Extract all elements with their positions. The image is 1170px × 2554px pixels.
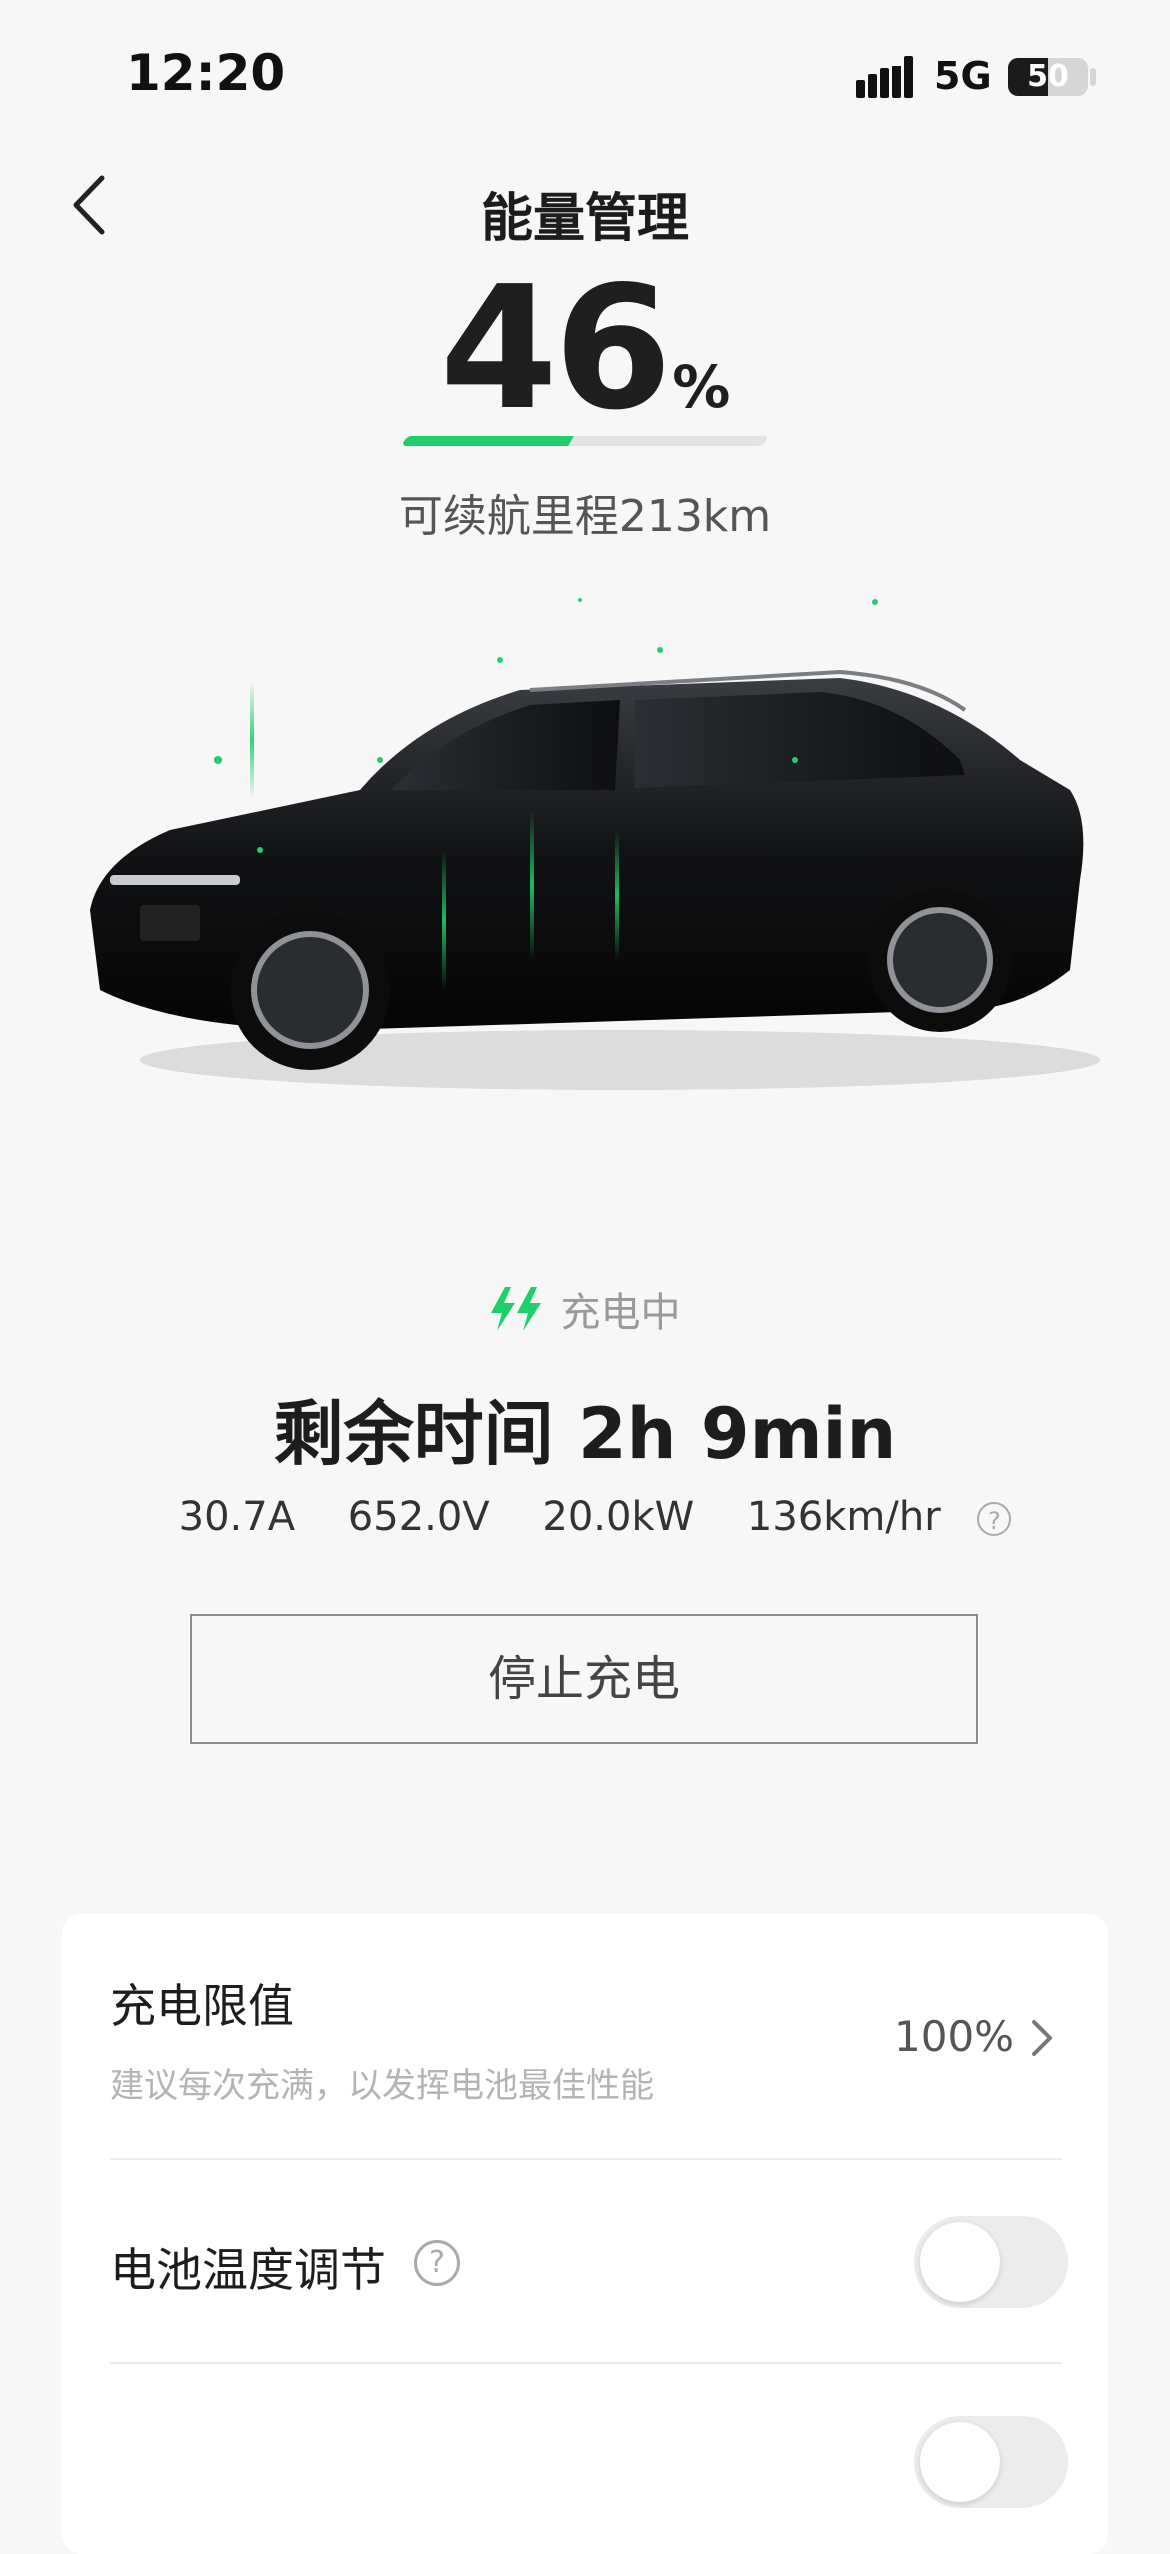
next-setting-toggle[interactable] (914, 2416, 1068, 2508)
question-circle-icon[interactable]: ? (977, 1502, 1012, 1536)
network-type: 5G (934, 54, 992, 98)
toggle-knob (920, 2422, 1000, 2502)
charge-rate-value: 136km/hr (746, 1494, 941, 1540)
page-title: 能量管理 (480, 189, 689, 249)
soc-progress-fill (401, 436, 574, 446)
toggle-knob (920, 2222, 1000, 2302)
divider (110, 2158, 1062, 2160)
cellular-signal-icon (856, 56, 913, 98)
car-image (90, 598, 1100, 1090)
charge-limit-value[interactable]: 100% (894, 2012, 1014, 2061)
charging-status-text: 充电中 (560, 1290, 681, 1336)
voltage-value: 652.0V (347, 1494, 490, 1540)
soc-unit: % (672, 353, 731, 421)
charge-limit-subtitle: 建议每次充满，以发挥电池最佳性能 (110, 2066, 654, 2106)
soc-value: 46 (439, 250, 673, 448)
battery-temp-title: 电池温度调节 (110, 2243, 386, 2297)
soc-display: 46% (0, 250, 1170, 448)
battery-level: 50 (1027, 59, 1069, 94)
question-circle-icon[interactable]: ? (414, 2240, 460, 2286)
battery-cap (1090, 68, 1096, 86)
divider (110, 2362, 1062, 2364)
range-text: 可续航里程213km (398, 491, 772, 542)
remaining-time: 剩余时间 2h 9min (273, 1393, 897, 1475)
current-value: 30.7A (178, 1494, 296, 1540)
stop-charging-button[interactable]: 停止充电 (190, 1614, 978, 1744)
double-bolt-icon (491, 1287, 542, 1331)
charge-limit-title: 充电限值 (110, 1979, 294, 2033)
power-value: 20.0kW (542, 1494, 695, 1540)
status-time: 12:20 (126, 44, 286, 102)
battery-temp-toggle[interactable] (914, 2216, 1068, 2308)
battery-icon: 50 (1008, 58, 1088, 96)
charging-status: 充电中 (0, 1280, 1170, 1338)
chevron-right-icon[interactable] (1026, 2016, 1056, 2060)
charging-metrics: 30.7A 652.0V 20.0kW 136km/hr ? (0, 1494, 1170, 1540)
soc-progress-bar (401, 436, 769, 446)
